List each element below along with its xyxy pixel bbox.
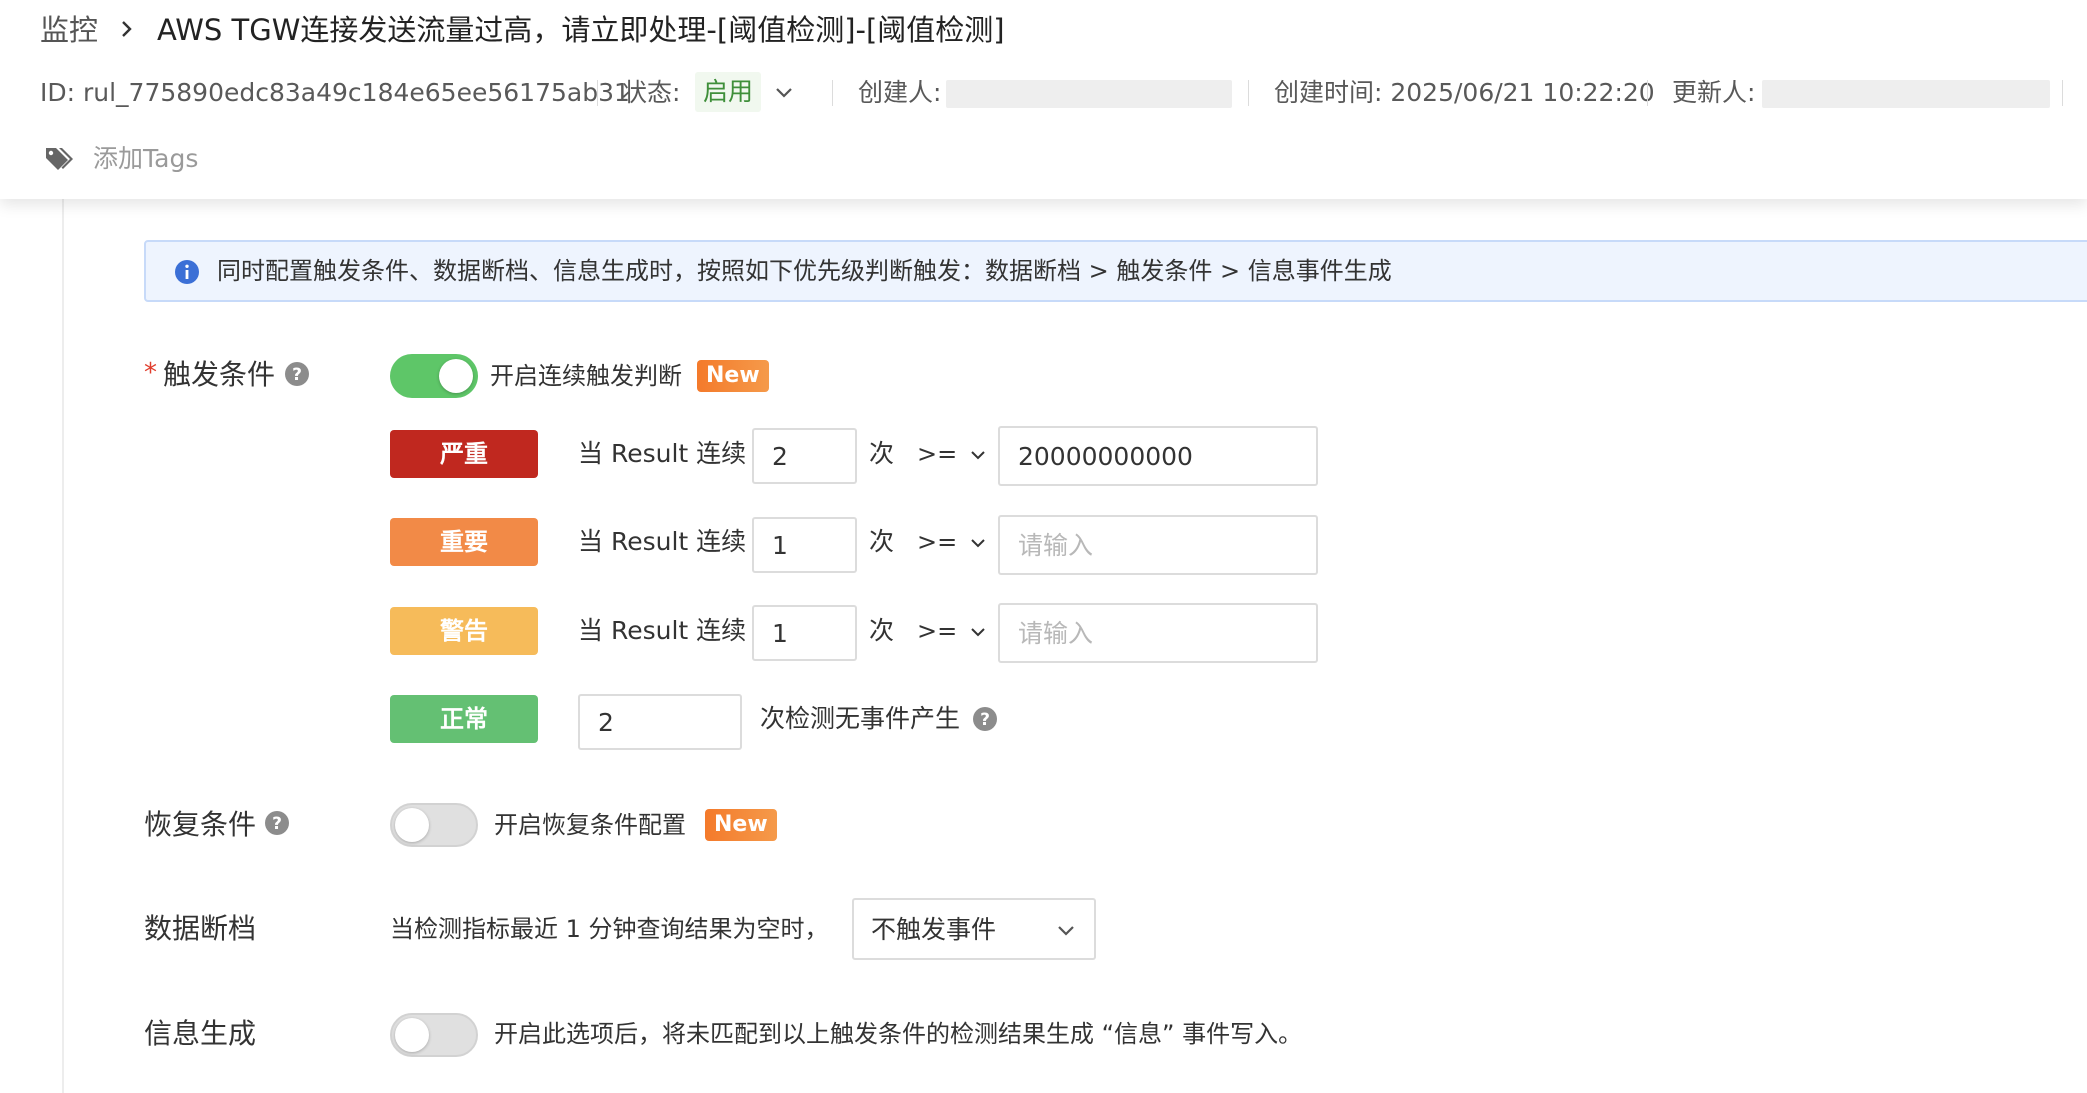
warning-operator-select[interactable]: >=: [917, 613, 987, 649]
divider: [1647, 80, 1648, 106]
count-unit: 次: [869, 616, 895, 645]
major-operator-select[interactable]: >=: [917, 524, 987, 560]
toggle-knob: [395, 808, 429, 842]
page-title: AWS TGW连接发送流量过高，请立即处理-[阈值检测]-[阈值检测]: [157, 13, 1005, 47]
continuous-trigger-text: 开启连续触发判断: [490, 362, 682, 390]
info-icon: [175, 260, 199, 284]
created-time: 创建时间: 2025/06/21 10:22:20: [1274, 78, 1655, 107]
normal-count-input[interactable]: [578, 694, 742, 750]
warning-threshold-input[interactable]: [998, 603, 1318, 663]
recovery-condition-text: 开启恢复条件配置: [494, 811, 686, 839]
divider: [1248, 80, 1249, 106]
divider: [597, 80, 598, 106]
severity-critical-tag: 严重: [390, 430, 538, 478]
no-data-text: 当检测指标最近 1 分钟查询结果为空时，: [390, 915, 829, 943]
severity-major-tag: 重要: [390, 518, 538, 566]
new-badge: New: [705, 809, 777, 841]
status-label: 状态:: [622, 78, 681, 107]
operator-value: >=: [917, 617, 958, 645]
breadcrumb-monitor[interactable]: 监控: [40, 10, 98, 50]
creator-label: 创建人:: [858, 78, 942, 107]
add-tags-button[interactable]: 添加Tags: [93, 142, 198, 176]
svg-text:?: ?: [292, 365, 302, 385]
page-header: 监控 AWS TGW连接发送流量过高，请立即处理-[阈值检测]-[阈值检测] I…: [0, 0, 2087, 199]
condition-prefix: 当 Result 连续: [578, 527, 747, 556]
trigger-condition-label: 触发条件: [163, 358, 276, 391]
chevron-right-icon: [122, 21, 132, 37]
svg-text:?: ?: [980, 710, 990, 730]
required-mark: *: [144, 358, 157, 388]
select-value: 不触发事件: [871, 915, 997, 944]
condition-prefix: 当 Result 连续: [578, 439, 747, 468]
chevron-down-icon: [1058, 926, 1074, 936]
critical-count-input[interactable]: [752, 428, 857, 484]
creator-redacted: [946, 80, 1232, 108]
operator-value: >=: [917, 528, 958, 556]
count-unit: 次: [869, 527, 895, 556]
operator-value: >=: [917, 440, 958, 468]
critical-operator-select[interactable]: >=: [917, 436, 987, 472]
recovery-condition-label: 恢复条件: [144, 808, 257, 841]
chevron-down-icon[interactable]: [772, 82, 796, 102]
info-generation-toggle[interactable]: [390, 1013, 478, 1057]
svg-text:?: ?: [272, 814, 282, 834]
tag-icon: [46, 148, 73, 170]
status-badge[interactable]: 启用: [695, 72, 762, 112]
toggle-knob: [395, 1018, 429, 1052]
divider: [832, 80, 833, 106]
no-data-action-select[interactable]: 不触发事件: [852, 898, 1096, 960]
condition-prefix: 当 Result 连续: [578, 616, 747, 645]
normal-condition-text: 次检测无事件产生: [760, 704, 961, 733]
help-icon[interactable]: ?: [264, 810, 290, 836]
major-threshold-input[interactable]: [998, 515, 1318, 575]
severity-normal-tag: 正常: [390, 695, 538, 743]
section-guide-line: [62, 199, 64, 1093]
help-icon[interactable]: ?: [284, 361, 310, 387]
info-generation-text: 开启此选项后，将未匹配到以上触发条件的检测结果生成 “信息” 事件写入。: [494, 1020, 1303, 1048]
toggle-knob: [439, 359, 473, 393]
warning-count-input[interactable]: [752, 605, 857, 661]
priority-info-alert: 同时配置触发条件、数据断档、信息生成时，按照如下优先级判断触发：数据断档 > 触…: [144, 240, 2087, 302]
severity-warning-tag: 警告: [390, 607, 538, 655]
continuous-trigger-toggle[interactable]: [390, 354, 478, 398]
critical-threshold-input[interactable]: [998, 426, 1318, 486]
count-unit: 次: [869, 439, 895, 468]
divider: [2062, 80, 2063, 106]
no-data-label: 数据断档: [144, 912, 257, 945]
chevron-down-icon: [971, 451, 985, 460]
rule-id: ID: rul_775890edc83a49c184e65ee56175ab31: [40, 78, 630, 107]
help-icon[interactable]: ?: [972, 706, 998, 732]
chevron-down-icon: [971, 539, 985, 548]
alert-text: 同时配置触发条件、数据断档、信息生成时，按照如下优先级判断触发：数据断档 > 触…: [217, 257, 1392, 285]
new-badge: New: [697, 360, 769, 392]
recovery-condition-toggle[interactable]: [390, 803, 478, 847]
info-generation-label: 信息生成: [144, 1017, 257, 1050]
major-count-input[interactable]: [752, 517, 857, 573]
updater-label: 更新人:: [1672, 78, 1756, 107]
chevron-down-icon: [971, 628, 985, 637]
updater-redacted: [1762, 80, 2050, 108]
